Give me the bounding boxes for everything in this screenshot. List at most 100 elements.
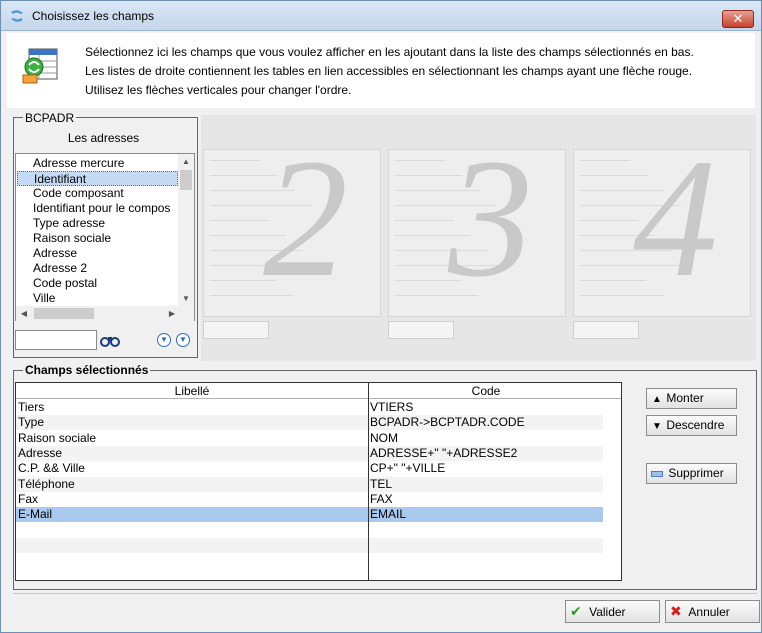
instructions-line-1: Sélectionnez ici les champs que vous vou…: [85, 45, 694, 59]
binoculars-icon[interactable]: [100, 332, 120, 348]
instructions-line-3: Utilisez les flèches verticales pour cha…: [85, 83, 352, 97]
cell-code: TEL: [370, 476, 393, 491]
placeholder-line: [210, 220, 268, 221]
field-chooser-icon: [22, 48, 58, 84]
cell-label: C.P. && Ville: [18, 461, 85, 476]
field-list-item[interactable]: Code postal: [17, 276, 178, 291]
field-list-item[interactable]: Code composant: [17, 186, 178, 201]
vertical-scrollbar[interactable]: ▲ ▼: [178, 154, 194, 306]
cell-code: EMAIL: [370, 507, 407, 522]
table-row[interactable]: Tiers VTIERS: [16, 400, 603, 415]
annuler-label: Annuler: [688, 605, 730, 619]
table-group-legend: BCPADR: [23, 111, 77, 125]
linked-table-placeholder: 4: [571, 115, 751, 345]
field-list-item[interactable]: Adresse mercure: [17, 156, 178, 171]
field-list-item[interactable]: Ville: [17, 291, 178, 306]
empty-row[interactable]: [16, 537, 603, 553]
arrow-down-icon: ▼: [652, 421, 662, 432]
placeholder-search-box: [573, 321, 639, 339]
table-row[interactable]: Type BCPADR->BCPTADR.CODE: [16, 415, 603, 431]
field-list-item[interactable]: Identifiant pour le compos: [17, 201, 178, 216]
instructions-panel: Sélectionnez ici les champs que vous vou…: [7, 33, 755, 108]
window-title: Choisissez les champs: [32, 9, 155, 23]
search-input[interactable]: [15, 330, 97, 350]
placeholder-line: [580, 220, 638, 221]
placeholder-search-box: [388, 321, 454, 339]
table-row[interactable]: Raison sociale NOM: [16, 431, 603, 446]
cell-code: VTIERS: [370, 400, 414, 414]
cell-code: NOM: [370, 430, 398, 445]
valider-button[interactable]: ✔ Valider: [565, 600, 660, 623]
dialog-window: Choisissez les champs ✕ Sélectionnez ici…: [0, 0, 762, 633]
cell-label: Type: [18, 415, 45, 430]
empty-row[interactable]: [16, 522, 603, 537]
jump-end-list-icon[interactable]: ▼: [176, 333, 190, 347]
scroll-down-icon[interactable]: ▼: [178, 291, 194, 306]
valider-label: Valider: [589, 605, 626, 619]
supprimer-label: Supprimer: [668, 466, 724, 480]
cell-label: E-Mail: [18, 507, 53, 522]
placeholder-search-box: [203, 321, 269, 339]
hscroll-thumb[interactable]: [34, 308, 94, 319]
table-row[interactable]: Fax FAX: [16, 492, 603, 507]
table-row[interactable]: E-Mail EMAIL: [16, 507, 603, 523]
column-header-code[interactable]: Code: [369, 384, 603, 398]
placeholder-line: [580, 160, 630, 161]
instructions-line-2: Les listes de droite contiennent les tab…: [85, 64, 693, 78]
monter-label: Monter: [666, 391, 704, 405]
grid-header: Libellé Code: [16, 383, 621, 399]
close-icon: ✕: [732, 11, 744, 26]
cell-code: BCPADR->BCPTADR.CODE: [370, 415, 525, 430]
monter-button[interactable]: ▲ Monter: [646, 388, 737, 409]
descendre-label: Descendre: [666, 418, 725, 432]
selected-fields-grid[interactable]: Libellé Code Tiers VTIERS Type BCPADR->BCPT…: [15, 382, 622, 581]
cell-label: Adresse: [18, 445, 63, 460]
footer-divider: [13, 593, 757, 594]
annuler-button[interactable]: ✖ Annuler: [665, 600, 760, 623]
cell-label: Fax: [18, 491, 39, 506]
descendre-button[interactable]: ▼ Descendre: [646, 415, 737, 436]
panel-number: 3: [448, 124, 533, 312]
placeholder-line: [210, 160, 260, 161]
horizontal-scrollbar[interactable]: ◀ ▶: [16, 306, 194, 321]
scroll-left-icon[interactable]: ◀: [16, 306, 32, 321]
scroll-right-icon[interactable]: ▶: [164, 306, 180, 321]
cell-label: Tiers: [18, 400, 45, 414]
field-list-item[interactable]: Adresse: [17, 246, 178, 261]
field-list-item[interactable]: Adresse 2: [17, 261, 178, 276]
scroll-up-icon[interactable]: ▲: [178, 154, 194, 169]
cell-label: Raison sociale: [18, 430, 97, 445]
table-row[interactable]: C.P. && Ville CP+" "+VILLE: [16, 461, 603, 476]
column-separator: [368, 383, 369, 580]
app-logo-icon: [11, 10, 23, 22]
supprimer-button[interactable]: Supprimer: [646, 463, 737, 484]
column-header-label[interactable]: Libellé: [16, 384, 368, 398]
linked-tables-area: 234: [201, 115, 756, 361]
scroll-thumb[interactable]: [180, 170, 192, 190]
table-subtitle: Les adresses: [67, 131, 140, 145]
cancel-icon: ✖: [670, 603, 682, 619]
placeholder-line: [395, 160, 445, 161]
field-list-item[interactable]: Type adresse: [17, 216, 178, 231]
check-icon: ✔: [570, 603, 582, 619]
panel-number: 4: [633, 124, 718, 312]
empty-row[interactable]: [16, 553, 603, 568]
table-row[interactable]: Téléphone TEL: [16, 476, 603, 492]
cell-code: FAX: [370, 491, 393, 506]
cell-label: Téléphone: [18, 476, 75, 491]
cell-code: CP+" "+VILLE: [370, 461, 446, 476]
field-list-item[interactable]: Identifiant: [17, 171, 178, 186]
linked-table-placeholder: 2: [201, 115, 381, 345]
table-row[interactable]: Adresse ADRESSE+" "+ADRESSE2: [16, 445, 603, 461]
panel-number: 2: [263, 124, 348, 312]
linked-table-placeholder: 3: [386, 115, 566, 345]
title-bar: Choisissez les champs ✕: [1, 1, 761, 31]
cell-code: ADRESSE+" "+ADRESSE2: [370, 445, 518, 460]
placeholder-line: [395, 220, 453, 221]
field-list[interactable]: Adresse mercure Identifiant Code composant…: [15, 153, 195, 321]
instructions-text: Sélectionnez ici les champs que vous vou…: [85, 43, 694, 100]
field-list-item[interactable]: Raison sociale: [17, 231, 178, 246]
close-button[interactable]: ✕: [722, 10, 754, 28]
move-down-list-icon[interactable]: ▼: [157, 333, 171, 347]
arrow-up-icon: ▲: [652, 394, 662, 405]
